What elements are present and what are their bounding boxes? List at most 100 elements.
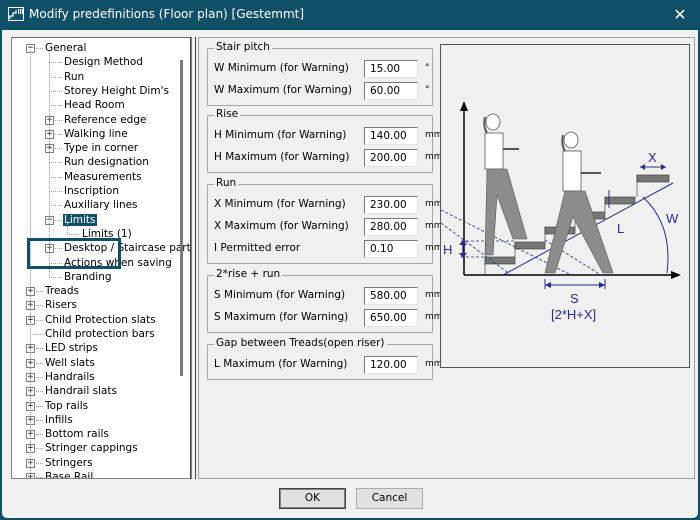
tree-item-label: Limits — [63, 213, 97, 226]
tree-item-label: Run — [64, 70, 85, 83]
tree-item[interactable]: Handrails — [44, 370, 96, 384]
tree-connector — [36, 405, 43, 407]
tree-connector — [67, 233, 80, 235]
stair-diagram: X L W H S [2*H+X] — [440, 44, 690, 368]
tree-item-label: Walking line — [64, 127, 128, 140]
tree-connector — [36, 448, 43, 450]
tree-item[interactable]: Design Method — [63, 55, 144, 69]
tree-item[interactable]: Well slats — [44, 356, 96, 370]
field-row: S Maximum (for Warning)mm — [214, 309, 443, 327]
field-label: X Minimum (for Warning) — [214, 198, 346, 210]
field-row: W Minimum (for Warning) ° — [214, 60, 430, 78]
tree-connector — [36, 48, 43, 49]
close-button[interactable]: ✕ — [668, 5, 692, 25]
vertical-axis-arrow — [460, 101, 468, 111]
tree-connector — [49, 191, 62, 192]
tread — [514, 241, 546, 250]
tree-item[interactable]: Base Rail — [44, 470, 94, 478]
x-label: X — [648, 150, 657, 165]
panel-splitter[interactable] — [190, 37, 196, 479]
tree-item-label: Run designation — [64, 156, 149, 169]
tree-item-label: Child Protection slats — [45, 313, 156, 326]
tree-item[interactable]: Child protection bars — [44, 327, 156, 341]
tree-item[interactable]: Child Protection slats — [44, 313, 157, 327]
tree-item[interactable]: Handrail slats — [44, 384, 118, 398]
field-input[interactable] — [364, 309, 418, 327]
tree-item[interactable]: Reference edge — [63, 113, 147, 127]
group-title: Run — [214, 177, 239, 189]
field-input[interactable] — [364, 127, 418, 145]
selection-highlight-box — [27, 238, 121, 269]
field-row: X Minimum (for Warning)mm — [214, 196, 443, 214]
settings-panel: Stair pitchW Minimum (for Warning)°W Max… — [198, 37, 695, 479]
field-input[interactable] — [364, 356, 418, 374]
field-input[interactable] — [364, 196, 418, 214]
tree-scrollbar[interactable] — [180, 60, 183, 376]
title-bar[interactable]: Modify predefinitions (Floor plan) [Gest… — [0, 0, 700, 30]
field-row: L Maximum (for Warning)mm — [214, 356, 443, 374]
tree-item[interactable]: Risers — [44, 298, 78, 312]
tree-item-label: LED strips — [45, 342, 98, 355]
tree-item[interactable]: Auxiliary lines — [63, 198, 139, 212]
tree-item[interactable]: Treads — [44, 284, 80, 298]
group-title: 2*rise + run — [214, 268, 283, 280]
field-input[interactable] — [364, 82, 418, 100]
tree-item[interactable]: Infills — [44, 413, 74, 427]
ok-button[interactable]: OK — [279, 488, 346, 509]
tree-item-label: Well slats — [45, 356, 95, 369]
cancel-button[interactable]: Cancel — [356, 488, 423, 509]
field-row: X Maximum (for Warning)mm — [214, 218, 443, 236]
tree-item[interactable]: Walking line — [63, 127, 129, 141]
tree-item[interactable]: Inscription — [63, 184, 120, 198]
tree-item[interactable]: Limits — [63, 213, 97, 227]
tree-item-label: Type in corner — [64, 142, 139, 155]
field-label: S Minimum (for Warning) — [214, 289, 346, 301]
tree-connector — [36, 348, 43, 350]
field-input[interactable] — [364, 287, 418, 305]
tree-connector — [36, 477, 43, 478]
tree-item[interactable]: Measurements — [63, 170, 143, 184]
field-row: H Maximum (for Warning)mm — [214, 149, 443, 167]
tree-item[interactable]: LED strips — [44, 341, 99, 355]
group-title: Rise — [214, 108, 241, 120]
field-input[interactable] — [364, 60, 418, 78]
tree-item[interactable]: Type in corner — [63, 141, 139, 155]
tread — [484, 256, 516, 265]
tree-connector — [49, 76, 62, 78]
tree-item-label: Stringer cappings — [45, 442, 138, 455]
tree-item[interactable]: Storey Height Dim's — [63, 84, 170, 98]
dialog-client-area: General − Design Method Run Storey Height Di… — [2, 30, 698, 518]
tree-item-label: Auxiliary lines — [64, 199, 138, 212]
tree-connector — [49, 205, 62, 207]
field-input[interactable] — [364, 218, 418, 236]
app-icon — [8, 7, 24, 21]
tree-connector — [36, 305, 43, 307]
tree-item-label: Inscription — [64, 185, 120, 197]
tree-item-label: Storey Height Dim's — [64, 84, 169, 97]
w-label: W — [666, 211, 679, 226]
tree-item[interactable]: Bottom rails — [44, 427, 110, 441]
field-row: W Maximum (for Warning) ° — [214, 82, 430, 100]
tree-connector — [36, 462, 43, 464]
tree-item[interactable]: Stringers — [44, 456, 94, 470]
tree-item[interactable]: Top rails — [44, 399, 89, 413]
tree-item[interactable]: Stringer cappings — [44, 441, 139, 455]
tree-connector — [55, 148, 62, 150]
tree-item[interactable]: Branding — [63, 270, 113, 284]
field-input[interactable] — [364, 149, 418, 167]
h-label: H — [443, 242, 452, 257]
tree-item-label: Branding — [64, 270, 112, 283]
tree-item[interactable]: General — [44, 41, 87, 55]
tree-item-label: Infills — [45, 413, 73, 426]
group-rise: Rise H Minimum (for Warning)mm H Maximum (… — [207, 108, 443, 173]
figure-left — [483, 113, 528, 256]
field-input[interactable] — [364, 240, 418, 258]
tree-item[interactable]: Head Room — [63, 98, 126, 112]
tread — [636, 174, 670, 183]
tree-connector — [36, 319, 43, 321]
tree-item[interactable]: Run — [63, 70, 85, 84]
field-unit: ° — [425, 63, 430, 73]
tree-item[interactable]: Run designation — [63, 155, 150, 169]
field-label: L Maximum (for Warning) — [214, 358, 348, 370]
tree-item-label: General — [45, 42, 87, 54]
